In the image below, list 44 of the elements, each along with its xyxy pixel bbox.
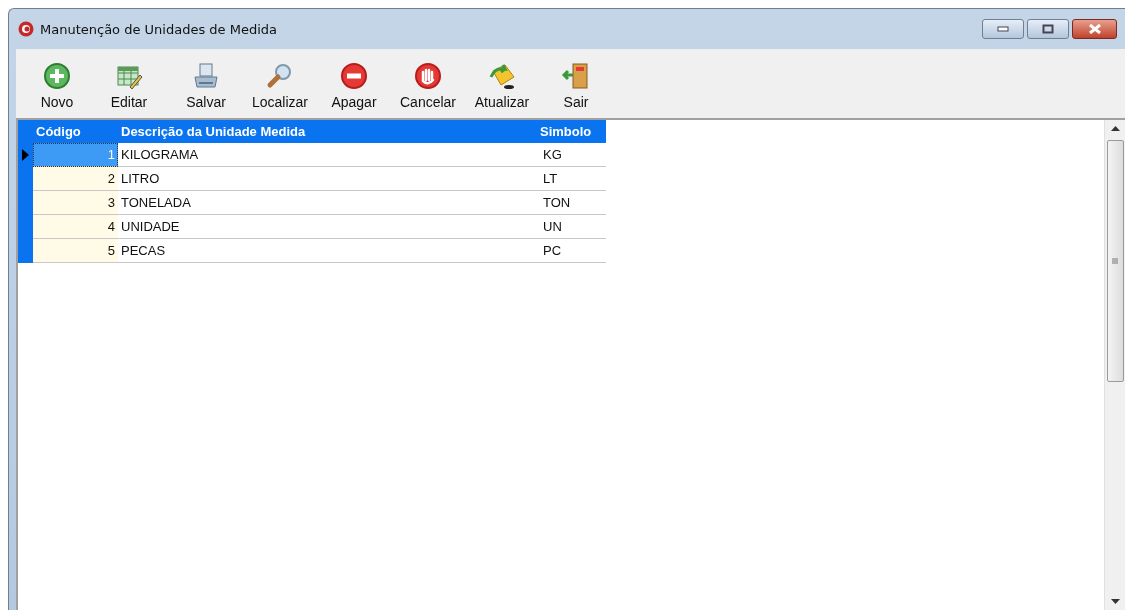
table-cell: TONELADA — [118, 191, 540, 215]
table-cell: UNIDADE — [118, 215, 540, 239]
table-cell: 1 — [33, 143, 118, 167]
table-cell: PECAS — [118, 239, 540, 263]
minus-circle-icon — [339, 61, 369, 91]
window-title: Manutenção de Unidades de Medida — [40, 21, 277, 37]
toolbar-button[interactable]: Novo — [25, 61, 89, 110]
toolbar-button[interactable]: Cancelar — [391, 61, 465, 110]
maximize-button[interactable] — [1027, 19, 1069, 39]
scroll-down-icon[interactable] — [1110, 599, 1120, 604]
plus-circle-icon — [42, 61, 72, 91]
table-cell: PC — [540, 239, 606, 263]
column-header[interactable]: Descrição da Unidade Medida — [118, 124, 540, 139]
column-header[interactable]: Simbolo — [540, 124, 606, 139]
close-button[interactable] — [1072, 19, 1117, 39]
table-cell: 2 — [33, 167, 118, 191]
toolbar-button[interactable]: Atualizar — [465, 61, 539, 110]
table-cell: 3 — [33, 191, 118, 215]
minimize-icon — [997, 26, 1009, 32]
table-cell: 4 — [33, 215, 118, 239]
table-cell: KILOGRAMA — [118, 143, 540, 167]
hand-icon — [413, 61, 443, 91]
table-cell: TON — [540, 191, 606, 215]
row-pointer-icon — [22, 149, 29, 161]
door-arrow-icon — [561, 61, 591, 91]
maximize-icon — [1042, 24, 1054, 34]
app-icon — [18, 21, 34, 37]
toolbar-button[interactable]: Salvar — [169, 61, 243, 110]
toolbar-button[interactable]: Editar — [89, 61, 169, 110]
vertical-scrollbar[interactable] — [1104, 120, 1125, 610]
column-header[interactable]: Código — [33, 124, 118, 139]
table-cell: UN — [540, 215, 606, 239]
toolbar-button[interactable]: Sair — [539, 61, 613, 110]
printer-icon — [191, 61, 221, 91]
minimize-button[interactable] — [982, 19, 1024, 39]
close-icon — [1087, 24, 1102, 34]
scroll-up-icon[interactable] — [1110, 126, 1120, 131]
scroll-thumb[interactable] — [1106, 140, 1124, 382]
toolbar-button[interactable]: Apagar — [317, 61, 391, 110]
toolbar-button[interactable]: Localizar — [243, 61, 317, 110]
table-cell: LITRO — [118, 167, 540, 191]
table-cell: 5 — [33, 239, 118, 263]
table-cell: KG — [540, 143, 606, 167]
table-cell: LT — [540, 167, 606, 191]
